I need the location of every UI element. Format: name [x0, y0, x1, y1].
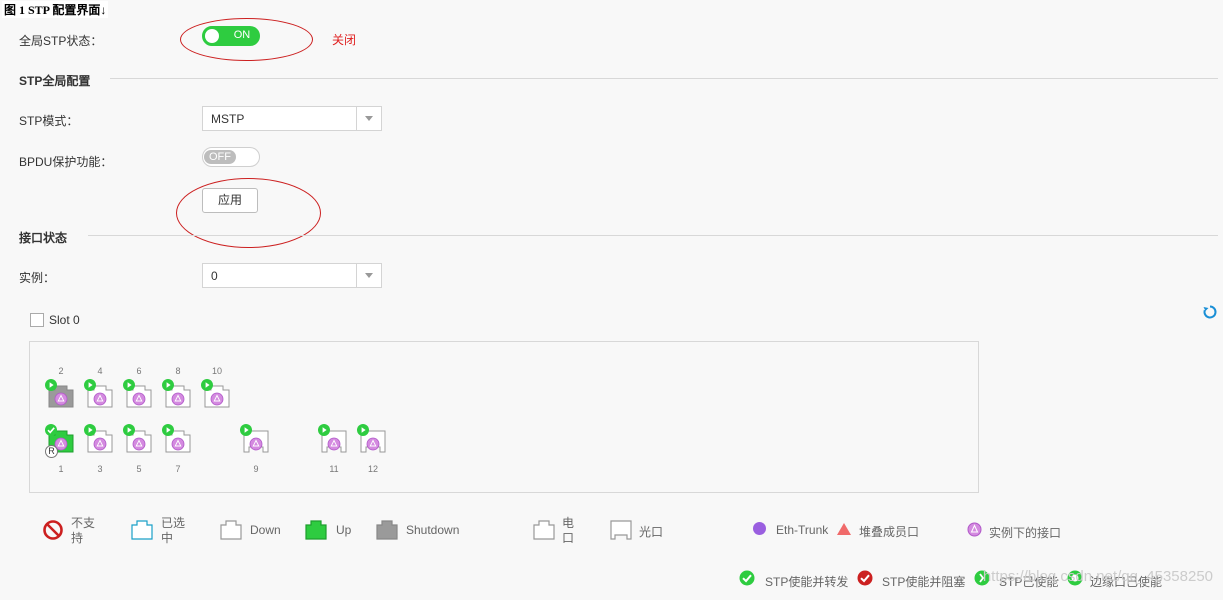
stp-enabled-icon: [240, 424, 252, 436]
stp-forwarding-icon: [739, 570, 755, 586]
ports-layer: 2 4 6 8 10 1 R 3 5 7 9 11 12: [0, 0, 1223, 600]
stack-member-icon: [837, 523, 851, 535]
shutdown-port-icon: [376, 520, 398, 540]
stp-enabled-icon: [357, 424, 369, 436]
stp-enabled-icon: [123, 424, 135, 436]
legend-stack-member: 堆叠成员口: [859, 525, 920, 539]
stp-enabled-icon: [123, 379, 135, 391]
legend-eth-trunk: Eth-Trunk: [776, 523, 829, 537]
legend-stp-blocking: STP使能并阻塞: [882, 575, 966, 589]
legend-optical: 光口: [639, 525, 664, 539]
port-number: 7: [175, 464, 181, 474]
stp-enabled-icon: [318, 424, 330, 436]
stp-enabled-icon: [84, 379, 96, 391]
port-number: 9: [253, 464, 259, 474]
port-number: 12: [367, 464, 378, 474]
down-port-icon: [220, 520, 242, 540]
legend-shutdown: Shutdown: [406, 523, 460, 537]
optical-port-icon: [610, 520, 632, 540]
port-number: 8: [175, 366, 181, 376]
port-number: 3: [97, 464, 103, 474]
eth-trunk-icon: [753, 522, 766, 535]
port-number: 2: [58, 366, 64, 376]
legend-down: Down: [250, 523, 281, 537]
stp-enabled-icon: [84, 424, 96, 436]
up-port-icon: [305, 520, 327, 540]
stp-blocking-icon: [857, 570, 873, 586]
stp-enabled-icon: [45, 379, 57, 391]
legend-selected: 已选中: [161, 516, 186, 545]
legend-up: Up: [336, 523, 352, 537]
port-number: 11: [329, 464, 339, 474]
selected-port-icon: [131, 520, 153, 540]
stp-enabled-icon: [201, 379, 213, 391]
electrical-port-icon: [533, 520, 555, 540]
stp-enabled-icon: [162, 379, 174, 391]
port-number: 10: [211, 366, 222, 376]
legend-instance-port: 实例下的接口: [989, 526, 1062, 540]
port-number: 1: [58, 464, 64, 474]
stp-enabled-icon: [162, 424, 174, 436]
root-port-badge: R: [45, 445, 58, 458]
stp-forwarding-icon: [45, 424, 57, 436]
watermark: https://blog.csdn.net/qq_45358250: [982, 568, 1213, 585]
legend-electrical: 电口: [562, 516, 575, 545]
legend-stp-forwarding: STP使能并转发: [765, 575, 849, 589]
legend-unsupported: 不支持: [71, 516, 96, 545]
port-number: 5: [136, 464, 142, 474]
unsupported-icon: [43, 520, 63, 540]
port-number: 4: [97, 366, 103, 376]
port-number: 6: [136, 366, 142, 376]
instance-port-icon: [967, 522, 982, 537]
